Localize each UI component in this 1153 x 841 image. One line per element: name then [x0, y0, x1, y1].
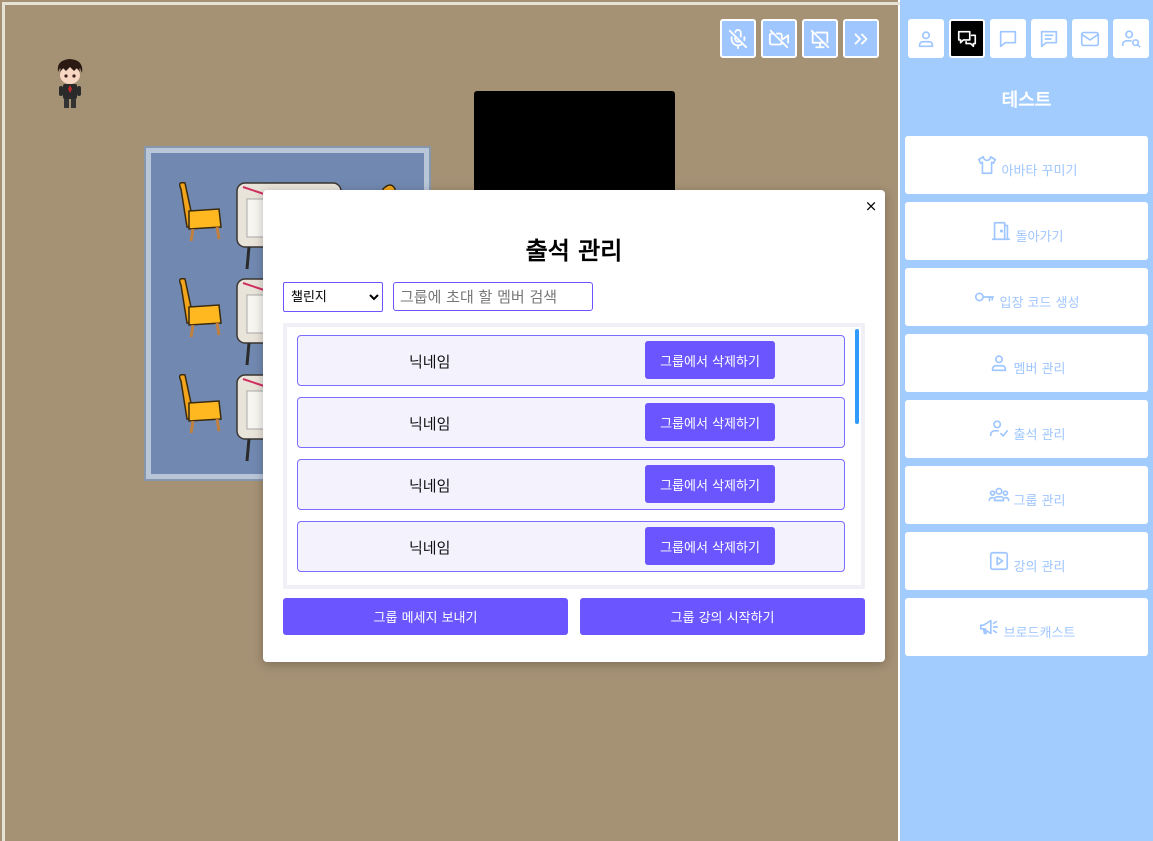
sidebar: 테스트 아바타 꾸미기 돌아가기 입장 코드 생성 멤버 관리 출석 관리 그룹…	[900, 0, 1153, 841]
menu-create-entry-code[interactable]: 입장 코드 생성	[905, 268, 1148, 326]
member-nickname: 닉네임	[409, 353, 451, 371]
list-scrollbar[interactable]	[855, 329, 859, 424]
mic-toggle-button[interactable]	[720, 19, 756, 58]
menu-label: 입장 코드 생성	[999, 295, 1080, 311]
sidebar-menu: 아바타 꾸미기 돌아가기 입장 코드 생성 멤버 관리 출석 관리 그룹 관리 …	[905, 136, 1148, 664]
member-nickname: 닉네임	[409, 477, 451, 495]
remove-from-group-button[interactable]: 그룹에서 삭제하기	[645, 527, 775, 565]
modal-title: 출석 관리	[525, 237, 623, 265]
user-check-icon	[989, 420, 1008, 437]
member-row: 닉네임 그룹에서 삭제하기	[297, 459, 845, 510]
space-title: 테스트	[1001, 90, 1052, 111]
tab-profile[interactable]	[908, 19, 944, 58]
chat-bubbles-icon	[957, 30, 977, 47]
screen-share-toggle-button[interactable]	[802, 19, 838, 58]
member-search-input[interactable]	[393, 282, 593, 311]
user-icon	[991, 355, 1006, 372]
tab-chat[interactable]	[990, 19, 1026, 58]
menu-label: 멤버 관리	[1013, 361, 1066, 377]
menu-label: 출석 관리	[1013, 427, 1066, 443]
expand-sidebar-button[interactable]	[843, 19, 879, 58]
menu-label: 그룹 관리	[1013, 493, 1066, 509]
member-nickname: 닉네임	[409, 415, 451, 433]
menu-label: 아바타 꾸미기	[1001, 163, 1078, 179]
play-icon	[989, 551, 1008, 571]
member-list[interactable]: 닉네임 그룹에서 삭제하기 닉네임 그룹에서 삭제하기 닉네임 그룹에서 삭제하…	[283, 323, 865, 589]
media-controls	[720, 19, 879, 58]
door-icon	[991, 221, 1010, 241]
menu-group-management[interactable]: 그룹 관리	[905, 466, 1148, 524]
menu-lecture-management[interactable]: 강의 관리	[905, 532, 1148, 590]
user-search-icon	[1121, 29, 1141, 48]
megaphone-icon	[979, 619, 998, 635]
menu-label: 브로드캐스트	[1003, 625, 1076, 641]
menu-label: 돌아가기	[1015, 229, 1064, 245]
remove-from-group-button[interactable]: 그룹에서 삭제하기	[645, 403, 775, 441]
key-icon	[975, 292, 995, 302]
tab-chat-rooms[interactable]	[949, 19, 985, 58]
mail-icon	[1080, 31, 1100, 46]
player-avatar[interactable]	[52, 56, 88, 110]
member-row: 닉네임 그룹에서 삭제하기	[297, 335, 845, 386]
menu-member-management[interactable]: 멤버 관리	[905, 334, 1148, 392]
member-row: 닉네임 그룹에서 삭제하기	[297, 521, 845, 572]
sidebar-tabs	[908, 19, 1149, 58]
camera-off-icon	[768, 29, 790, 48]
close-button[interactable]: ×	[863, 198, 879, 214]
camera-toggle-button[interactable]	[761, 19, 797, 58]
start-group-lecture-button[interactable]: 그룹 강의 시작하기	[580, 598, 865, 635]
menu-attendance-management[interactable]: 출석 관리	[905, 400, 1148, 458]
video-screen[interactable]	[474, 91, 675, 201]
member-list-items: 닉네임 그룹에서 삭제하기 닉네임 그룹에서 삭제하기 닉네임 그룹에서 삭제하…	[297, 335, 845, 583]
tshirt-icon	[977, 155, 996, 175]
remove-from-group-button[interactable]: 그룹에서 삭제하기	[645, 341, 775, 379]
menu-avatar-customize[interactable]: 아바타 꾸미기	[905, 136, 1148, 194]
mic-off-icon	[728, 28, 748, 49]
chevrons-right-icon	[854, 33, 868, 44]
tab-mail[interactable]	[1072, 19, 1108, 58]
member-row: 닉네임 그룹에서 삭제하기	[297, 397, 845, 448]
attendance-modal: × 출석 관리 챌린지 닉네임 그룹에서 삭제하기 닉네임 그룹에서 삭제하기 …	[263, 190, 885, 662]
message-icon	[999, 30, 1017, 47]
remove-from-group-button[interactable]: 그룹에서 삭제하기	[645, 465, 775, 503]
member-nickname: 닉네임	[409, 539, 451, 557]
tab-notice[interactable]	[1031, 19, 1067, 58]
menu-go-back[interactable]: 돌아가기	[905, 202, 1148, 260]
send-group-message-button[interactable]: 그룹 메세지 보내기	[283, 598, 568, 635]
user-icon	[918, 30, 934, 47]
group-select[interactable]: 챌린지	[283, 282, 383, 312]
users-icon	[988, 487, 1009, 502]
screen-share-off-icon	[810, 29, 830, 48]
tab-user-search[interactable]	[1113, 19, 1149, 58]
menu-broadcast[interactable]: 브로드캐스트	[905, 598, 1148, 656]
message-lines-icon	[1040, 30, 1058, 47]
menu-label: 강의 관리	[1013, 559, 1066, 575]
